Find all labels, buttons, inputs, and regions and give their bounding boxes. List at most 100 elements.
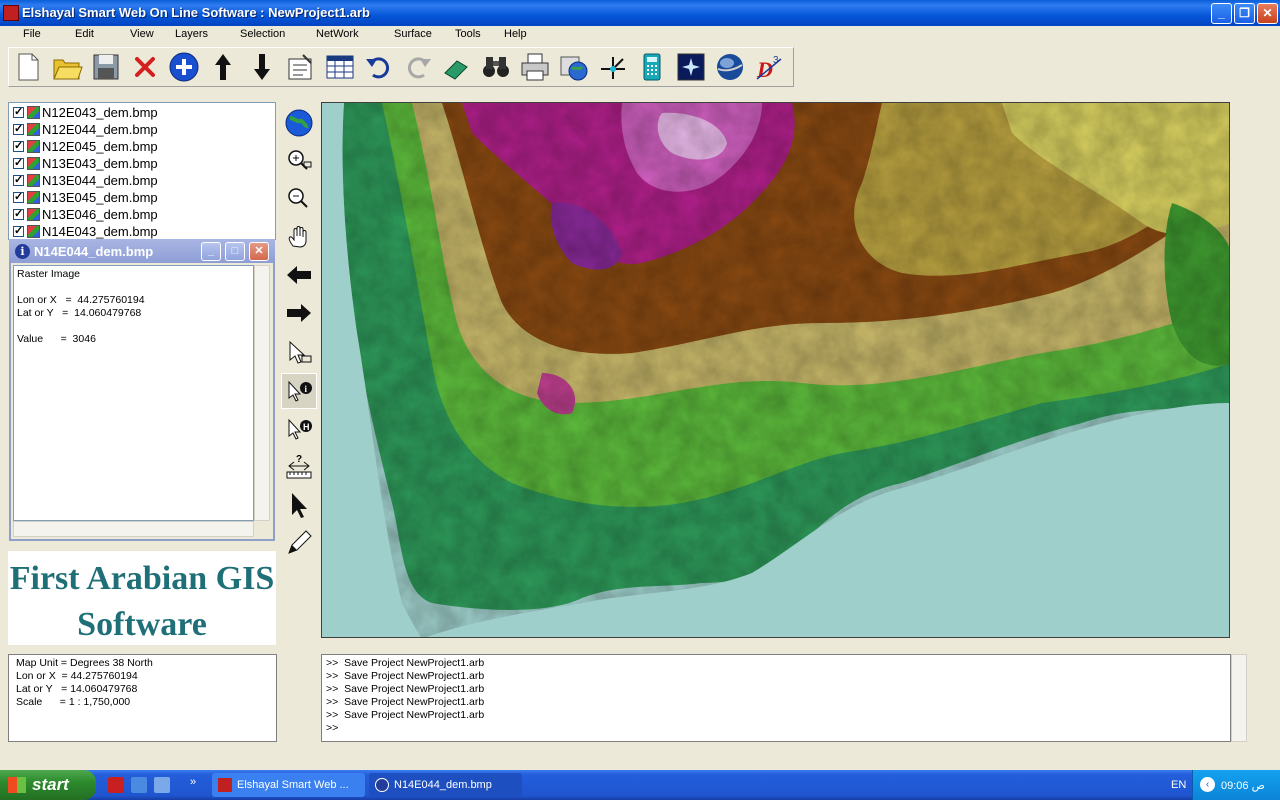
move-down-icon[interactable] — [244, 49, 280, 85]
info-line: Lat or Y = 14.060479768 — [17, 307, 142, 319]
delete-icon[interactable] — [127, 49, 163, 85]
app-icon — [218, 778, 232, 792]
back-arrow-icon[interactable] — [281, 257, 317, 293]
menu-network[interactable]: NetWork — [316, 28, 359, 40]
find-binoculars-icon[interactable] — [478, 49, 514, 85]
quick-launch-explorer-icon[interactable] — [131, 777, 147, 793]
layer-item[interactable]: N14E043_dem.bmp — [13, 223, 158, 239]
checkbox[interactable] — [13, 105, 24, 118]
pan-hand-icon[interactable] — [281, 219, 317, 255]
map-globe-icon[interactable] — [556, 49, 592, 85]
calculator-icon[interactable] — [634, 49, 670, 85]
banner-line-2: Software — [77, 606, 207, 643]
scale-readout: Scale = 1 : 1,750,000 — [16, 696, 131, 708]
layer-item[interactable]: N13E045_dem.bmp — [13, 189, 158, 206]
elevation-raster — [322, 103, 1229, 637]
layer-item[interactable]: N13E044_dem.bmp — [13, 172, 158, 189]
layer-item[interactable]: N13E046_dem.bmp — [13, 206, 158, 223]
new-icon[interactable] — [10, 49, 46, 85]
map-unit-readout: Map Unit = Degrees 38 North — [16, 657, 153, 669]
maximize-button[interactable]: □ — [225, 242, 245, 261]
quick-launch-expand-icon[interactable]: » — [190, 776, 196, 788]
zoom-out-icon[interactable] — [281, 181, 317, 217]
full-extent-globe-icon[interactable] — [281, 105, 317, 141]
identify-window-title: N14E044_dem.bmp — [34, 244, 154, 259]
arrow-pointer-icon[interactable] — [281, 487, 317, 523]
open-folder-icon[interactable] — [49, 49, 85, 85]
hyperlink-icon[interactable]: H — [281, 411, 317, 447]
save-icon[interactable] — [88, 49, 124, 85]
menu-file[interactable]: File — [23, 28, 41, 40]
svg-text:H: H — [303, 422, 310, 432]
pencil-icon[interactable] — [281, 525, 317, 561]
checkbox[interactable] — [13, 224, 24, 237]
identify-results[interactable]: Raster Image Lon or X = 44.275760194 Lat… — [13, 265, 254, 521]
redo-icon[interactable] — [400, 49, 436, 85]
quick-launch-app-icon[interactable] — [108, 777, 124, 793]
minimize-button[interactable]: _ — [1211, 3, 1232, 24]
undo-icon[interactable] — [361, 49, 397, 85]
tray-expand-icon[interactable]: ‹ — [1200, 777, 1215, 792]
raster-layer-icon — [27, 106, 40, 119]
measure-icon[interactable]: ? — [281, 449, 317, 485]
horizontal-scrollbar[interactable] — [13, 521, 254, 537]
checkbox[interactable] — [13, 156, 24, 169]
map-canvas[interactable] — [321, 102, 1230, 638]
restore-button[interactable]: ❐ — [1234, 3, 1255, 24]
google-earth-icon[interactable] — [712, 49, 748, 85]
raster-icon[interactable] — [673, 49, 709, 85]
console-line: >> Save Project NewProject1.arb — [326, 696, 485, 708]
menu-view[interactable]: View — [130, 28, 154, 40]
checkbox[interactable] — [13, 190, 24, 203]
checkbox[interactable] — [13, 173, 24, 186]
taskbar-item-main-window[interactable]: Elshayal Smart Web ... — [212, 773, 365, 797]
checkbox[interactable] — [13, 139, 24, 152]
checkbox[interactable] — [13, 122, 24, 135]
console-prompt[interactable]: >> — [326, 722, 338, 734]
info-icon — [375, 778, 389, 792]
raster-layer-icon — [27, 208, 40, 221]
menu-selection[interactable]: Selection — [240, 28, 285, 40]
coordinate-icon[interactable] — [595, 49, 631, 85]
vertical-scrollbar[interactable] — [254, 265, 270, 521]
info-line: Raster Image — [17, 268, 81, 280]
status-panel: Map Unit = Degrees 38 North Lon or X = 4… — [8, 654, 277, 742]
layer-list[interactable]: N12E043_dem.bmp N12E044_dem.bmp N12E045_… — [8, 102, 276, 240]
start-button[interactable]: start — [0, 770, 96, 800]
zoom-in-icon[interactable] — [281, 143, 317, 179]
minimize-button[interactable]: _ — [201, 242, 221, 261]
raster-layer-icon — [27, 225, 40, 238]
layer-item[interactable]: N12E045_dem.bmp — [13, 138, 158, 155]
raster-layer-icon — [27, 174, 40, 187]
windows-logo-icon — [8, 777, 26, 793]
taskbar-item-identify-window[interactable]: N14E044_dem.bmp — [369, 773, 522, 797]
checkbox[interactable] — [13, 207, 24, 220]
forward-arrow-icon[interactable] — [281, 295, 317, 331]
layer-item[interactable]: N12E043_dem.bmp — [13, 104, 158, 121]
select-pointer-icon[interactable] — [281, 335, 317, 371]
app-icon[interactable] — [3, 5, 19, 21]
menu-edit[interactable]: Edit — [75, 28, 94, 40]
attribute-table-icon[interactable] — [322, 49, 358, 85]
console-scrollbar[interactable] — [1231, 654, 1247, 742]
close-button[interactable]: ✕ — [1257, 3, 1278, 24]
identify-info-icon[interactable]: i — [281, 373, 317, 409]
layer-item[interactable]: N13E043_dem.bmp — [13, 155, 158, 172]
language-indicator[interactable]: EN — [1171, 779, 1186, 791]
quick-launch-browser-icon[interactable] — [154, 777, 170, 793]
command-console[interactable]: >> Save Project NewProject1.arb >> Save … — [321, 654, 1231, 742]
move-up-icon[interactable] — [205, 49, 241, 85]
properties-icon[interactable] — [283, 49, 319, 85]
raster-layer-icon — [27, 123, 40, 136]
3d-view-icon[interactable]: D3 — [751, 49, 787, 85]
menu-help[interactable]: Help — [504, 28, 527, 40]
menu-surface[interactable]: Surface — [394, 28, 432, 40]
console-line: >> Save Project NewProject1.arb — [326, 657, 485, 669]
add-layer-icon[interactable] — [166, 49, 202, 85]
menu-layers[interactable]: Layers — [175, 28, 208, 40]
menu-tools[interactable]: Tools — [455, 28, 481, 40]
eraser-icon[interactable] — [439, 49, 475, 85]
close-button[interactable]: ✕ — [249, 242, 269, 261]
layer-item[interactable]: N12E044_dem.bmp — [13, 121, 158, 138]
print-icon[interactable] — [517, 49, 553, 85]
